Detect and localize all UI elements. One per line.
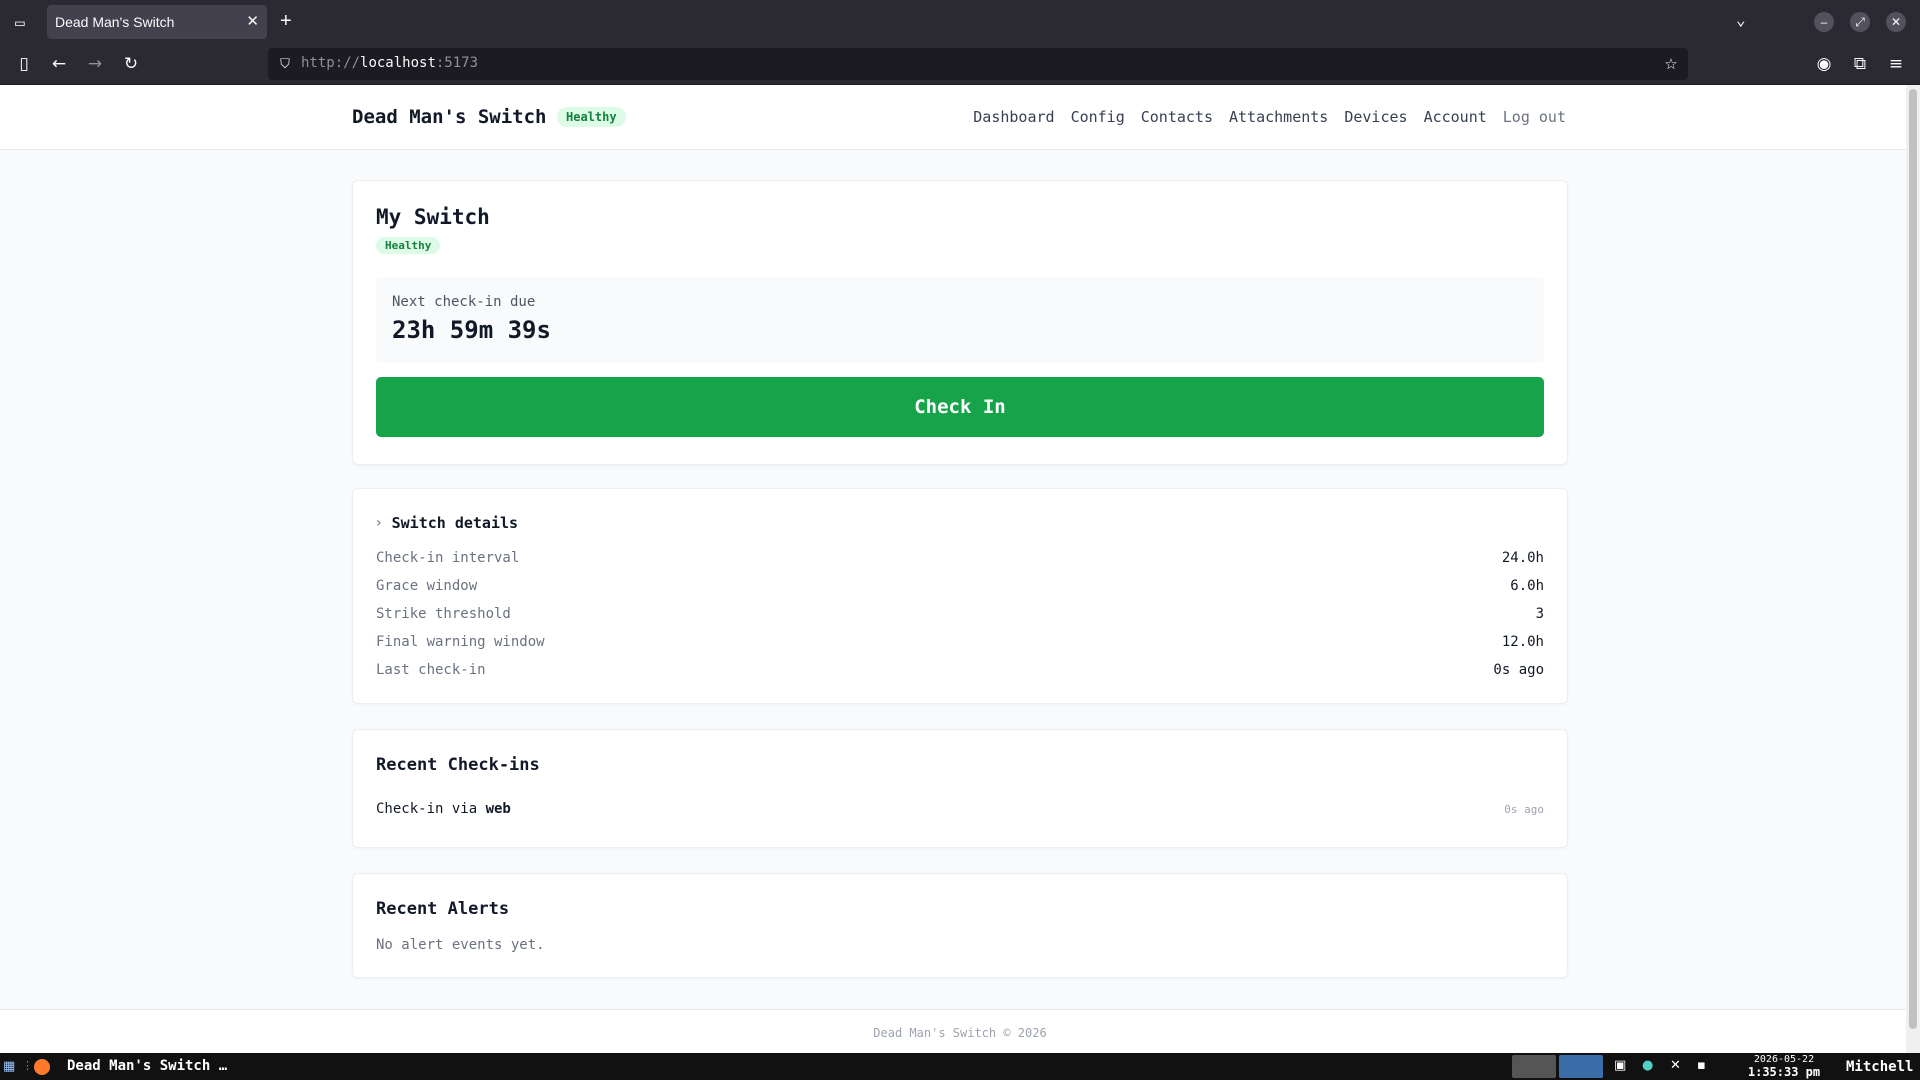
- countdown-label: Next check-in due: [392, 294, 536, 310]
- recent-alerts-title: Recent Alerts: [376, 899, 510, 919]
- recent-checkins-title: Recent Check-ins: [376, 755, 540, 775]
- chevron-right-icon: ›: [376, 515, 382, 531]
- new-tab-button[interactable]: +: [280, 10, 292, 33]
- detail-label: Strike threshold: [376, 606, 511, 622]
- maximize-icon[interactable]: ⤢: [1850, 12, 1870, 32]
- shield-icon[interactable]: ⛉: [274, 53, 296, 75]
- arrow-left-icon[interactable]: ←: [48, 53, 70, 75]
- url-bar[interactable]: ⛉ http://localhost:5173 ☆: [268, 48, 1688, 80]
- page: Dead Man's Switch Healthy Dashboard Conf…: [0, 85, 1920, 1053]
- details-toggle[interactable]: › Switch details: [376, 514, 518, 532]
- detail-row: Last check-in 0s ago: [376, 662, 1544, 682]
- tab-list-icon[interactable]: ▭: [10, 12, 30, 32]
- main-nav: Dashboard Config Contacts Attachments De…: [973, 108, 1566, 126]
- app-tray-icon[interactable]: ●: [1642, 1058, 1653, 1073]
- terminal-icon[interactable]: [1512, 1055, 1556, 1078]
- close-window-icon[interactable]: ✕: [1886, 12, 1906, 32]
- nav-devices[interactable]: Devices: [1344, 108, 1407, 126]
- check-in-button[interactable]: Check In: [376, 377, 1544, 437]
- taskbar-user[interactable]: Mitchell: [1846, 1059, 1913, 1075]
- puzzle-icon[interactable]: ⧉: [1849, 53, 1871, 75]
- detail-label: Check-in interval: [376, 550, 520, 566]
- footer-text: Dead Man's Switch © 2026: [873, 1026, 1047, 1040]
- tab-close-icon[interactable]: ✕: [246, 12, 259, 30]
- checkin-text: Check-in via web: [376, 801, 511, 817]
- page-footer: Dead Man's Switch © 2026: [0, 1009, 1906, 1053]
- reload-icon[interactable]: ↻: [120, 53, 142, 75]
- checkin-method: web: [485, 801, 511, 817]
- browser-window-icon[interactable]: [1559, 1055, 1603, 1078]
- switch-details-card: › Switch details Check-in interval 24.0h…: [352, 488, 1568, 704]
- detail-label: Last check-in: [376, 662, 486, 678]
- nav-contacts[interactable]: Contacts: [1141, 108, 1213, 126]
- mute-icon[interactable]: ✕: [1670, 1058, 1681, 1073]
- app-header: Dead Man's Switch Healthy Dashboard Conf…: [0, 85, 1906, 150]
- detail-value: 6.0h: [1510, 578, 1544, 594]
- firefox-icon[interactable]: [34, 1059, 50, 1075]
- nav-attachments[interactable]: Attachments: [1229, 108, 1328, 126]
- minimize-icon[interactable]: –: [1814, 12, 1834, 32]
- browser-tab[interactable]: Dead Man's Switch ✕: [47, 5, 267, 39]
- tab-title: Dead Man's Switch: [55, 14, 175, 30]
- browser-tab-bar: ▭ Dead Man's Switch ✕ + ⌄ – ⤢ ✕: [0, 0, 1920, 44]
- browser-nav-bar: ▯ ← → ↻ ⛉ http://localhost:5173 ☆ ◉ ⧉ ≡: [0, 44, 1920, 85]
- url-text[interactable]: http://localhost:5173: [301, 55, 478, 71]
- nav-config[interactable]: Config: [1071, 108, 1125, 126]
- detail-label: Grace window: [376, 578, 478, 594]
- header-status-badge: Healthy: [557, 107, 626, 127]
- nav-account[interactable]: Account: [1424, 108, 1487, 126]
- countdown-value: 23h 59m 39s: [392, 316, 551, 344]
- brand-title[interactable]: Dead Man's Switch: [352, 106, 546, 128]
- detail-row: Check-in interval 24.0h: [376, 550, 1544, 570]
- switch-title: My Switch: [376, 205, 490, 229]
- detail-label: Final warning window: [376, 634, 545, 650]
- url-scheme: http://: [301, 55, 361, 71]
- taskbar-time: 1:35:33 pm: [1747, 1065, 1821, 1079]
- alerts-empty-message: No alert events yet.: [376, 937, 545, 953]
- taskbar: ▦ ⋮ Dead Man's Switch … ▣ ● ✕ ▪ 2026-05-…: [0, 1053, 1920, 1080]
- nav-dashboard[interactable]: Dashboard: [973, 108, 1054, 126]
- switch-card: My Switch Healthy Next check-in due 23h …: [352, 180, 1568, 465]
- detail-value: 3: [1535, 606, 1544, 622]
- detail-row: Grace window 6.0h: [376, 578, 1544, 598]
- arrow-right-icon[interactable]: →: [84, 53, 106, 75]
- taskbar-window-title[interactable]: Dead Man's Switch …: [67, 1058, 227, 1074]
- sidebar-icon[interactable]: ▯: [13, 53, 35, 75]
- recent-alerts-card: Recent Alerts No alert events yet.: [352, 873, 1568, 978]
- star-icon[interactable]: ☆: [1660, 53, 1682, 75]
- hamburger-menu-icon[interactable]: ≡: [1885, 53, 1907, 75]
- switch-status-badge: Healthy: [376, 237, 441, 254]
- network-icon[interactable]: ▣: [1614, 1058, 1626, 1073]
- url-host: localhost: [360, 55, 436, 71]
- recent-checkins-card: Recent Check-ins Check-in via web 0s ago: [352, 729, 1568, 848]
- checkin-time: 0s ago: [1504, 803, 1544, 816]
- countdown-panel: Next check-in due 23h 59m 39s: [376, 277, 1544, 363]
- checkin-prefix: Check-in via: [376, 801, 486, 817]
- taskbar-date: 2026-05-22: [1753, 1054, 1815, 1065]
- details-summary-label: Switch details: [391, 514, 519, 532]
- taskbar-separator: ⋮: [22, 1059, 33, 1072]
- app-grid-icon[interactable]: ▦: [3, 1059, 15, 1074]
- detail-row: Final warning window 12.0h: [376, 634, 1544, 654]
- account-icon[interactable]: ◉: [1813, 53, 1835, 75]
- detail-value: 24.0h: [1501, 550, 1544, 566]
- scrollbar-thumb[interactable]: [1909, 89, 1917, 1029]
- list-item: Check-in via web 0s ago: [376, 801, 1544, 821]
- detail-value: 12.0h: [1501, 634, 1544, 650]
- chevron-down-icon[interactable]: ⌄: [1736, 10, 1746, 29]
- logout-button[interactable]: Log out: [1503, 108, 1566, 126]
- detail-row: Strike threshold 3: [376, 606, 1544, 626]
- chat-icon[interactable]: ▪: [1697, 1058, 1706, 1073]
- detail-value: 0s ago: [1493, 662, 1544, 678]
- url-port: :5173: [435, 55, 479, 71]
